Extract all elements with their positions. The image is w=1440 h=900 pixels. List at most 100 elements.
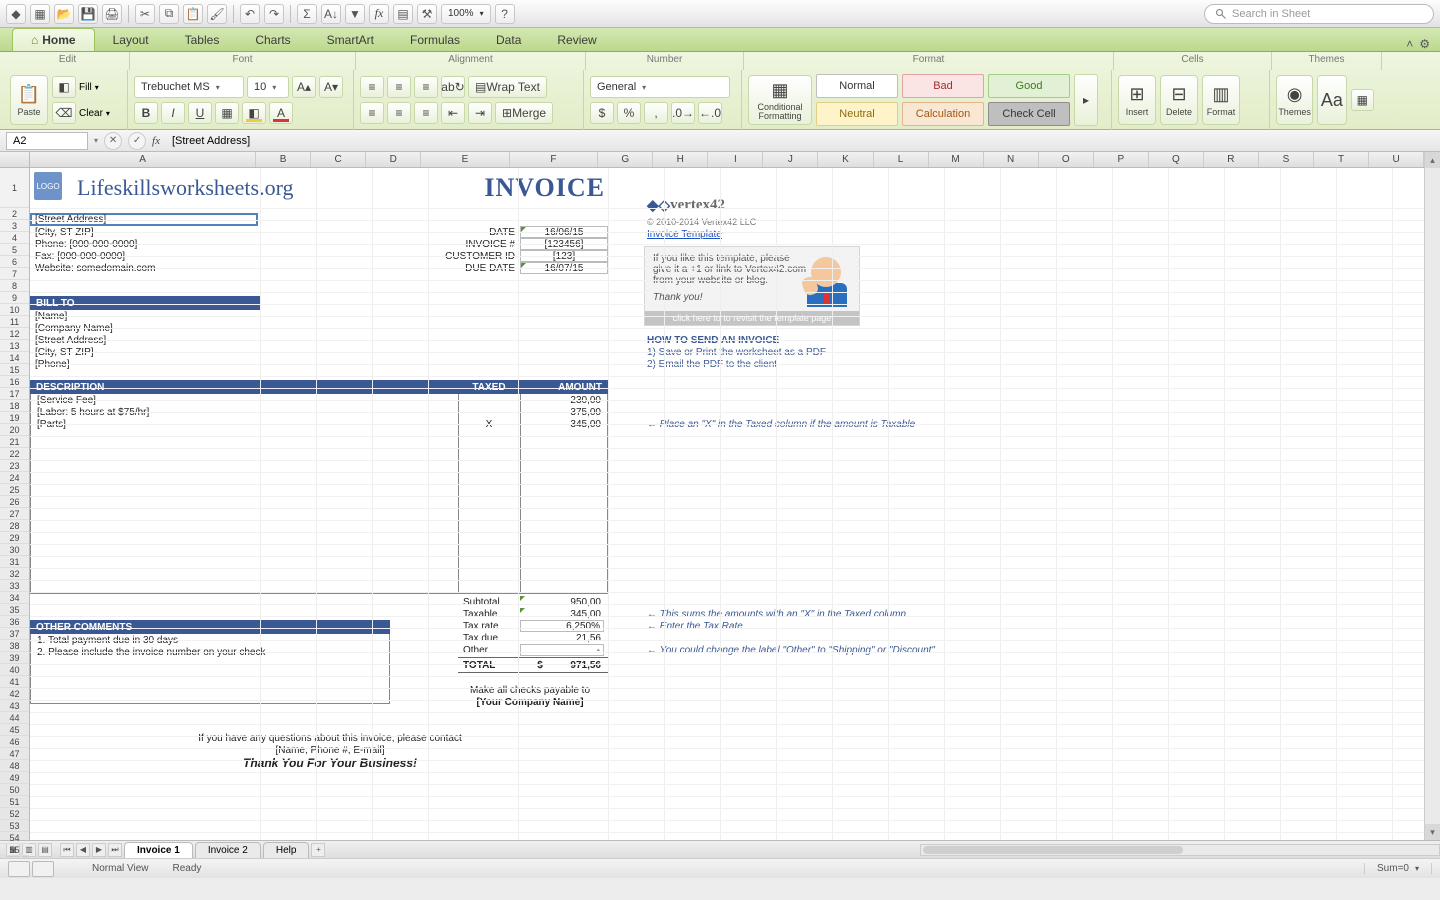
- align-right-icon[interactable]: ≡: [414, 102, 438, 124]
- select-all-corner[interactable]: [0, 152, 30, 168]
- copy-icon[interactable]: ⧉: [159, 4, 179, 24]
- row-header-44[interactable]: 44: [0, 712, 29, 724]
- col-header-I[interactable]: I: [708, 152, 763, 167]
- sheet-tab-invoice1[interactable]: Invoice 1: [124, 842, 193, 858]
- cell-grid[interactable]: LOGO Lifeskillsworksheets.org INVOICE [S…: [30, 168, 1424, 840]
- font-size-combo[interactable]: 10▾: [247, 76, 289, 98]
- col-header-N[interactable]: N: [984, 152, 1039, 167]
- undo-icon[interactable]: ↶: [240, 4, 260, 24]
- filter-icon[interactable]: ▼: [345, 4, 365, 24]
- formula-input[interactable]: [Street Address]: [166, 135, 1434, 147]
- autosum-icon[interactable]: Σ: [297, 4, 317, 24]
- row-header-38[interactable]: 38: [0, 640, 29, 652]
- row-headers[interactable]: 1234567891011121314151617181920212223242…: [0, 168, 30, 840]
- row-header-26[interactable]: 26: [0, 496, 29, 508]
- style-neutral[interactable]: Neutral: [816, 102, 898, 126]
- themes-button[interactable]: ◉Themes: [1276, 75, 1313, 125]
- tab-review[interactable]: Review: [539, 29, 614, 51]
- zoom-dropdown[interactable]: 100%▾: [441, 4, 491, 24]
- col-header-G[interactable]: G: [598, 152, 653, 167]
- insert-button[interactable]: ⊞Insert: [1118, 75, 1156, 125]
- row-header-1[interactable]: 1: [0, 168, 29, 208]
- row-header-53[interactable]: 53: [0, 820, 29, 832]
- row-header-34[interactable]: 34: [0, 592, 29, 604]
- tab-data[interactable]: Data: [478, 29, 539, 51]
- paste-icon[interactable]: 📋: [183, 4, 203, 24]
- row-header-9[interactable]: 9: [0, 292, 29, 304]
- row-header-46[interactable]: 46: [0, 736, 29, 748]
- orientation-icon[interactable]: ab↻: [441, 76, 465, 98]
- tab-tables[interactable]: Tables: [167, 29, 238, 51]
- tab-prev-icon[interactable]: ◀: [76, 843, 90, 857]
- row-header-20[interactable]: 20: [0, 424, 29, 436]
- col-header-F[interactable]: F: [510, 152, 598, 167]
- row-header-16[interactable]: 16: [0, 376, 29, 388]
- col-header-T[interactable]: T: [1314, 152, 1369, 167]
- collapse-ribbon-icon[interactable]: ˄: [1406, 37, 1413, 51]
- settings-gear-icon[interactable]: ⚙: [1419, 37, 1430, 51]
- col-header-H[interactable]: H: [653, 152, 708, 167]
- row-header-29[interactable]: 29: [0, 532, 29, 544]
- row-header-8[interactable]: 8: [0, 280, 29, 292]
- col-header-A[interactable]: A: [30, 152, 256, 167]
- col-header-R[interactable]: R: [1204, 152, 1259, 167]
- col-header-M[interactable]: M: [929, 152, 984, 167]
- row-header-50[interactable]: 50: [0, 784, 29, 796]
- tab-smartart[interactable]: SmartArt: [309, 29, 392, 51]
- tab-home[interactable]: ⌂Home: [12, 28, 95, 51]
- row-header-25[interactable]: 25: [0, 484, 29, 496]
- tab-layout[interactable]: Layout: [95, 29, 167, 51]
- font-color-button[interactable]: A: [269, 102, 293, 124]
- col-header-P[interactable]: P: [1094, 152, 1149, 167]
- col-header-J[interactable]: J: [763, 152, 818, 167]
- dec-inc-icon[interactable]: .0→: [671, 102, 695, 124]
- italic-button[interactable]: I: [161, 102, 185, 124]
- indent-dec-icon[interactable]: ⇤: [441, 102, 465, 124]
- row-header-17[interactable]: 17: [0, 388, 29, 400]
- row-header-32[interactable]: 32: [0, 568, 29, 580]
- row-header-3[interactable]: 3: [0, 220, 29, 232]
- cut-icon[interactable]: ✂: [135, 4, 155, 24]
- currency-icon[interactable]: $: [590, 102, 614, 124]
- theme-fonts-button[interactable]: Aa: [1317, 75, 1346, 125]
- dec-dec-icon[interactable]: ←.0: [698, 102, 722, 124]
- row-header-23[interactable]: 23: [0, 460, 29, 472]
- row-header-45[interactable]: 45: [0, 724, 29, 736]
- promo-link-bar[interactable]: click here to to revisit the template pa…: [645, 311, 859, 325]
- conditional-formatting-button[interactable]: ▦Conditional Formatting: [748, 75, 812, 125]
- format-painter-icon[interactable]: 🖌: [207, 4, 227, 24]
- style-normal[interactable]: Normal: [816, 74, 898, 98]
- fill-color-button[interactable]: ◧: [242, 102, 266, 124]
- align-middle-icon[interactable]: ≡: [387, 76, 411, 98]
- row-header-24[interactable]: 24: [0, 472, 29, 484]
- row-header-31[interactable]: 31: [0, 556, 29, 568]
- toolbox-icon[interactable]: ⚒: [417, 4, 437, 24]
- fill-button[interactable]: ◧: [52, 76, 76, 98]
- save-icon[interactable]: 💾: [78, 4, 98, 24]
- row-header-43[interactable]: 43: [0, 700, 29, 712]
- bold-button[interactable]: B: [134, 102, 158, 124]
- sheet-tab-help[interactable]: Help: [263, 842, 310, 858]
- row-header-5[interactable]: 5: [0, 244, 29, 256]
- row-header-40[interactable]: 40: [0, 664, 29, 676]
- view-normal-icon[interactable]: [8, 861, 30, 877]
- tab-first-icon[interactable]: ⏮: [60, 843, 74, 857]
- number-format-combo[interactable]: General▾: [590, 76, 730, 98]
- tab-charts[interactable]: Charts: [237, 29, 308, 51]
- shrink-font-icon[interactable]: A▾: [319, 76, 343, 98]
- row-header-22[interactable]: 22: [0, 448, 29, 460]
- row-header-15[interactable]: 15: [0, 364, 29, 376]
- theme-colors-icon[interactable]: ▦: [1351, 89, 1374, 111]
- row-header-30[interactable]: 30: [0, 544, 29, 556]
- font-name-combo[interactable]: Trebuchet MS▾: [134, 76, 244, 98]
- col-header-S[interactable]: S: [1259, 152, 1314, 167]
- cancel-formula-icon[interactable]: ✕: [104, 132, 122, 150]
- row-header-54[interactable]: 54: [0, 832, 29, 844]
- align-bottom-icon[interactable]: ≡: [414, 76, 438, 98]
- row-header-41[interactable]: 41: [0, 676, 29, 688]
- row-header-51[interactable]: 51: [0, 796, 29, 808]
- row-header-39[interactable]: 39: [0, 652, 29, 664]
- style-calculation[interactable]: Calculation: [902, 102, 984, 126]
- print-icon[interactable]: 🖨: [102, 4, 122, 24]
- help-icon[interactable]: ?: [495, 4, 515, 24]
